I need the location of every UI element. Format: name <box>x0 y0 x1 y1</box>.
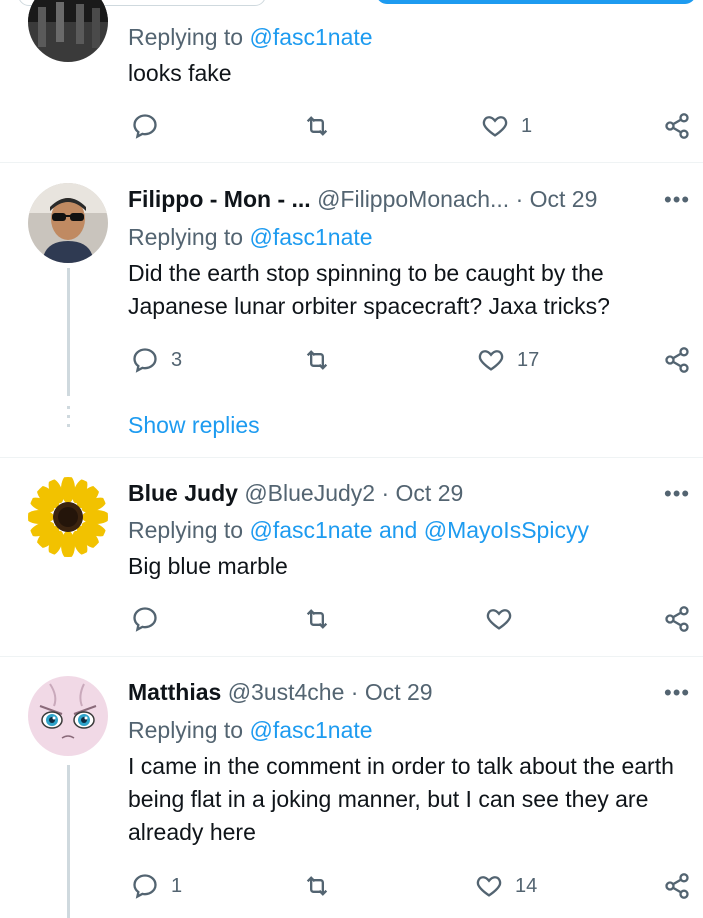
share-icon <box>665 606 689 632</box>
divider <box>0 457 703 458</box>
tweet-text: Did the earth stop spinning to be caught… <box>128 260 610 319</box>
share-icon <box>665 347 689 373</box>
mention-link[interactable]: @fasc1nate <box>249 24 372 50</box>
reply-button[interactable]: 3 <box>131 346 182 374</box>
reply-icon <box>133 114 157 139</box>
retweet-button[interactable] <box>303 872 331 900</box>
reply-icon <box>133 348 157 373</box>
reply-button[interactable]: 1 <box>131 872 182 900</box>
reply-icon <box>133 607 157 632</box>
separator-dot: · <box>515 186 524 212</box>
mention-link[interactable]: @fasc1nate <box>249 224 372 250</box>
share-icon <box>665 873 689 899</box>
tweet-date[interactable]: Oct 29 <box>365 679 433 705</box>
heart-icon <box>478 350 504 371</box>
mention-link[interactable]: @fasc1nate <box>249 717 372 743</box>
share-button[interactable] <box>663 346 691 374</box>
tweet-text: Big blue marble <box>128 553 288 579</box>
like-button[interactable]: 17 <box>477 346 539 374</box>
thread-dots <box>67 406 70 433</box>
reply-icon <box>133 874 157 899</box>
retweet-icon <box>306 116 328 136</box>
top-partial-bar <box>0 0 703 8</box>
share-button[interactable] <box>663 605 691 633</box>
top-partial-button[interactable] <box>376 0 696 4</box>
like-button[interactable] <box>485 605 513 633</box>
more-icon[interactable]: ••• <box>664 189 690 211</box>
like-button[interactable]: 1 <box>481 112 532 140</box>
separator-dot: · <box>381 480 390 506</box>
retweet-icon <box>306 609 328 629</box>
reply-button[interactable] <box>131 112 159 140</box>
replying-to: Replying to @fasc1nate <box>128 717 373 743</box>
like-count: 1 <box>521 114 533 137</box>
reply-button[interactable] <box>131 605 159 633</box>
show-replies-link[interactable]: Show replies <box>128 411 260 439</box>
reply-count: 1 <box>171 874 183 897</box>
avatar[interactable] <box>28 0 108 62</box>
share-button[interactable] <box>663 872 691 900</box>
share-icon <box>665 113 689 139</box>
avatar[interactable] <box>28 676 108 756</box>
retweet-icon <box>306 876 328 896</box>
heart-icon <box>482 116 508 137</box>
mention-link[interactable]: @fasc1nate <box>249 517 372 543</box>
like-button[interactable]: 14 <box>475 872 537 900</box>
avatar[interactable] <box>28 477 108 557</box>
like-count: 17 <box>517 348 540 371</box>
display-name[interactable]: Matthias <box>128 679 221 705</box>
more-icon[interactable]: ••• <box>664 483 690 505</box>
share-button[interactable] <box>663 112 691 140</box>
retweet-button[interactable] <box>303 605 331 633</box>
heart-icon <box>486 609 512 630</box>
heart-icon <box>476 876 502 897</box>
tweet-date[interactable]: Oct 29 <box>530 186 598 212</box>
tweet-header: Matthias @3ust4che · Oct 29 <box>128 678 433 706</box>
display-name[interactable]: Filippo - Mon - ... <box>128 186 311 212</box>
like-count: 14 <box>515 874 538 897</box>
mention-link-2[interactable]: @MayoIsSpicyy <box>424 517 589 543</box>
more-icon[interactable]: ••• <box>664 682 690 704</box>
avatar[interactable] <box>28 183 108 263</box>
replying-to: Replying to @fasc1nate and @MayoIsSpicyy <box>128 517 589 543</box>
tweet-header: Blue Judy @BlueJudy2 · Oct 29 <box>128 479 463 507</box>
tweet-text: I came in the comment in order to talk a… <box>128 753 674 845</box>
user-handle[interactable]: @FilippoMonach... <box>317 186 509 212</box>
separator-dot: · <box>350 679 359 705</box>
display-name[interactable]: Blue Judy <box>128 480 238 506</box>
retweet-button[interactable] <box>303 112 331 140</box>
retweet-icon <box>306 350 328 370</box>
retweet-button[interactable] <box>303 346 331 374</box>
divider <box>0 162 703 163</box>
tweet-text: looks fake <box>128 60 232 86</box>
reply-count: 3 <box>171 348 183 371</box>
user-handle[interactable]: @BlueJudy2 <box>244 480 375 506</box>
replying-to: Replying to @fasc1nate <box>128 224 373 250</box>
thread-line <box>67 268 70 396</box>
divider <box>0 656 703 657</box>
tweet-date[interactable]: Oct 29 <box>396 480 464 506</box>
tweet-header: Filippo - Mon - ... @FilippoMonach... · … <box>128 185 597 213</box>
user-handle[interactable]: @3ust4che <box>228 679 345 705</box>
replying-to: Replying to @fasc1nate <box>128 24 373 50</box>
thread-line <box>67 765 70 918</box>
